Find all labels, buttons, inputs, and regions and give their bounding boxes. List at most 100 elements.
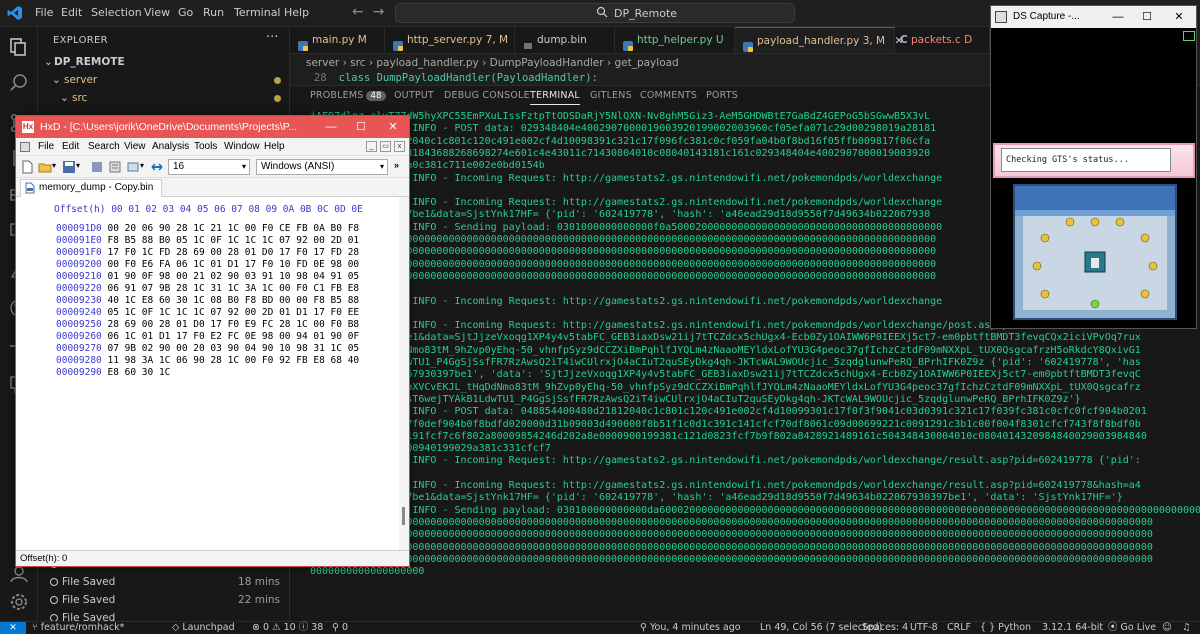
child-minimize-icon[interactable]: _ bbox=[366, 141, 377, 152]
tab-http-helper-py[interactable]: http_helper.py U bbox=[615, 27, 735, 53]
ports-status[interactable]: ⚲ 0 bbox=[332, 622, 348, 634]
hex-row[interactable]: 00009240 05 1C 0F 1C 1C 1C 07 92 00 2D 0… bbox=[56, 307, 359, 318]
tab-terminal[interactable]: TERMINAL bbox=[530, 90, 580, 105]
properties-icon[interactable] bbox=[108, 160, 122, 174]
hex-bytes[interactable]: 11 98 3A 1C 06 90 28 1C 00 F0 92 FB E8 6… bbox=[102, 355, 359, 366]
hxd-menu-file[interactable]: File bbox=[38, 138, 54, 156]
maximize-icon[interactable]: ☐ bbox=[1134, 6, 1160, 28]
timeline-item[interactable]: File Saved 18 mins bbox=[38, 573, 290, 591]
hxd-title-bar[interactable]: Hx HxD - [C:\Users\jorik\OneDrive\Docume… bbox=[16, 116, 409, 138]
close-icon[interactable]: ✕ bbox=[378, 116, 408, 138]
more-actions-icon[interactable]: ··· bbox=[266, 30, 278, 45]
hxd-menu-edit[interactable]: Edit bbox=[62, 138, 79, 156]
hex-row[interactable]: 00009250 28 69 00 28 01 D0 17 F0 E9 FC 2… bbox=[56, 319, 359, 330]
command-center[interactable]: DP_Remote bbox=[395, 3, 795, 23]
open-folder-icon[interactable] bbox=[38, 160, 52, 174]
tab-dump-bin[interactable]: dump.bin bbox=[515, 27, 615, 53]
breadcrumb-src[interactable]: src bbox=[350, 57, 365, 69]
minimize-icon[interactable]: — bbox=[1105, 6, 1131, 28]
menu-view[interactable]: View bbox=[144, 6, 170, 19]
nav-back-forward-icon[interactable]: ← → bbox=[352, 4, 384, 20]
timeline-item[interactable]: File Saved bbox=[38, 609, 290, 621]
tab-memory-dump[interactable]: memory_dump - Copy.bin bbox=[20, 179, 163, 197]
folder-src[interactable]: ⌄ src bbox=[38, 89, 290, 107]
menu-selection[interactable]: Selection bbox=[91, 6, 142, 19]
menu-file[interactable]: File bbox=[35, 6, 53, 19]
dropdown-arrow-icon[interactable]: ▾ bbox=[52, 161, 56, 170]
toolbar-overflow-icon[interactable]: » bbox=[394, 160, 399, 170]
hex-row[interactable]: 00009200 00 F0 E6 FA 06 1C 01 D1 17 F0 1… bbox=[56, 259, 359, 270]
hxd-menu-view[interactable]: View bbox=[124, 138, 146, 156]
eol-status[interactable]: CRLF bbox=[947, 622, 971, 634]
hex-vertical-scrollbar[interactable] bbox=[399, 197, 409, 550]
hxd-menu-help[interactable]: Help bbox=[264, 138, 285, 156]
maximize-icon[interactable]: ☐ bbox=[346, 116, 376, 138]
new-file-icon[interactable] bbox=[20, 160, 34, 174]
tab-output[interactable]: OUTPUT bbox=[394, 90, 434, 101]
breadcrumb-class[interactable]: DumpPayloadHandler bbox=[490, 57, 604, 69]
tab-packets-c[interactable]: C packets.c D bbox=[895, 27, 990, 53]
tab-debug-console[interactable]: DEBUG CONSOLE bbox=[444, 90, 530, 101]
folder-root[interactable]: ⌄ DP_REMOTE bbox=[38, 53, 290, 71]
settings-gear-icon[interactable] bbox=[8, 591, 30, 613]
hex-row[interactable]: 000091E0 F8 B5 88 B0 05 1C 0F 1C 1C 1C 0… bbox=[56, 235, 359, 246]
hex-editor-area[interactable]: Offset(h) 00 01 02 03 04 05 06 07 08 09 … bbox=[16, 197, 399, 550]
dropdown-arrow-icon[interactable]: ▾ bbox=[76, 161, 80, 170]
close-icon[interactable]: ✕ bbox=[1166, 6, 1192, 28]
menu-help[interactable]: Help bbox=[284, 6, 309, 19]
hxd-menu-tools[interactable]: Tools bbox=[194, 138, 217, 156]
child-close-icon[interactable]: x bbox=[394, 141, 405, 152]
hex-row[interactable]: 00009210 01 90 0F 98 00 21 02 90 03 91 1… bbox=[56, 271, 359, 282]
ds-title-bar[interactable]: DS Capture -... — ☐ ✕ bbox=[991, 6, 1196, 28]
tab-main-py[interactable]: main.py M bbox=[290, 27, 385, 53]
menu-terminal[interactable]: Terminal bbox=[234, 6, 281, 19]
hex-row[interactable]: 00009280 11 98 3A 1C 06 90 28 1C 00 F0 9… bbox=[56, 355, 359, 366]
save-icon[interactable] bbox=[62, 160, 76, 174]
language-status[interactable]: { } Python bbox=[980, 622, 1031, 634]
hxd-menu-search[interactable]: Search bbox=[88, 138, 120, 156]
tab-payload-handler-py[interactable]: payload_handler.py 3, M ✕ bbox=[735, 27, 903, 53]
hex-bytes[interactable]: 07 9B 02 90 00 20 03 90 04 90 10 98 31 1… bbox=[102, 343, 359, 354]
copilot-icon[interactable]: ☺ bbox=[1162, 622, 1172, 634]
hex-bytes[interactable]: F8 B5 88 B0 05 1C 0F 1C 1C 1C 07 92 00 2… bbox=[102, 235, 359, 246]
segment-icon[interactable] bbox=[126, 160, 140, 174]
hxd-menu-window[interactable]: Window bbox=[224, 138, 260, 156]
menu-go[interactable]: Go bbox=[178, 6, 193, 19]
resize-grip-icon[interactable] bbox=[1183, 31, 1195, 41]
folder-server[interactable]: ⌄ server bbox=[38, 71, 290, 89]
child-restore-icon[interactable]: ▭ bbox=[380, 141, 391, 152]
tab-ports[interactable]: PORTS bbox=[706, 90, 738, 101]
indentation-status[interactable]: Spaces: 4 bbox=[862, 622, 908, 634]
problems-status[interactable]: ⊗ 0 ⚠ 10 ⓘ 38 bbox=[252, 622, 323, 634]
code-line[interactable]: 28 class DumpPayloadHandler(PayloadHandle… bbox=[290, 72, 990, 85]
timeline-item[interactable]: File Saved 22 mins bbox=[38, 591, 290, 609]
hex-bytes[interactable]: 00 20 06 90 28 1C 21 1C 00 F0 CE FB 0A B… bbox=[102, 223, 359, 234]
hex-bytes[interactable]: 28 69 00 28 01 D0 17 F0 E9 FC 28 1C 00 F… bbox=[102, 319, 359, 330]
menu-edit[interactable]: Edit bbox=[61, 6, 82, 19]
hex-row[interactable]: 000091D0 00 20 06 90 28 1C 21 1C 00 F0 C… bbox=[56, 223, 359, 234]
hex-row[interactable]: 00009220 06 91 07 9B 28 1C 31 1C 3A 1C 0… bbox=[56, 283, 359, 294]
hex-bytes[interactable]: E8 60 30 1C bbox=[102, 367, 170, 378]
hex-bytes[interactable]: 40 1C E8 60 30 1C 08 B0 F8 BD 00 00 F8 B… bbox=[102, 295, 359, 306]
hex-row[interactable]: 00009230 40 1C E8 60 30 1C 08 B0 F8 BD 0… bbox=[56, 295, 359, 306]
explorer-icon[interactable] bbox=[8, 36, 30, 58]
tab-comments[interactable]: COMMENTS bbox=[640, 90, 697, 101]
tab-problems[interactable]: PROBLEMS 48 bbox=[310, 90, 386, 101]
breadcrumb-file[interactable]: payload_handler.py bbox=[376, 57, 478, 69]
hex-bytes[interactable]: 17 F0 1C FD 28 69 00 28 01 D0 17 F0 17 F… bbox=[102, 247, 359, 258]
hex-bytes[interactable]: 05 1C 0F 1C 1C 1C 07 92 00 2D 01 D1 17 F… bbox=[102, 307, 359, 318]
hex-bytes[interactable]: 01 90 0F 98 00 21 02 90 03 91 10 98 04 9… bbox=[102, 271, 359, 282]
tab-gitlens[interactable]: GITLENS bbox=[590, 90, 632, 101]
interpreter-status[interactable]: 3.12.1 64-bit bbox=[1042, 622, 1103, 634]
hex-bytes[interactable]: 00 F0 E6 FA 06 1C 01 D1 17 F0 10 FD 0E 9… bbox=[102, 259, 359, 270]
encoding-status[interactable]: UTF-8 bbox=[910, 622, 938, 634]
dropdown-arrow-icon[interactable]: ▾ bbox=[140, 161, 144, 170]
breadcrumb-server[interactable]: server bbox=[306, 57, 339, 69]
notifications-bell-icon[interactable]: ♫ bbox=[1182, 622, 1191, 634]
hex-row[interactable]: 00009290 E8 60 30 1C bbox=[56, 367, 170, 378]
go-live-status[interactable]: ⦿ Go Live bbox=[1108, 622, 1156, 634]
search-icon[interactable] bbox=[8, 72, 30, 94]
hex-row[interactable]: 00009260 06 1C 01 D1 17 F0 E2 FC 0E 98 0… bbox=[56, 331, 359, 342]
menu-run[interactable]: Run bbox=[203, 6, 224, 19]
launchpad-status[interactable]: ◇ Launchpad bbox=[172, 622, 235, 634]
